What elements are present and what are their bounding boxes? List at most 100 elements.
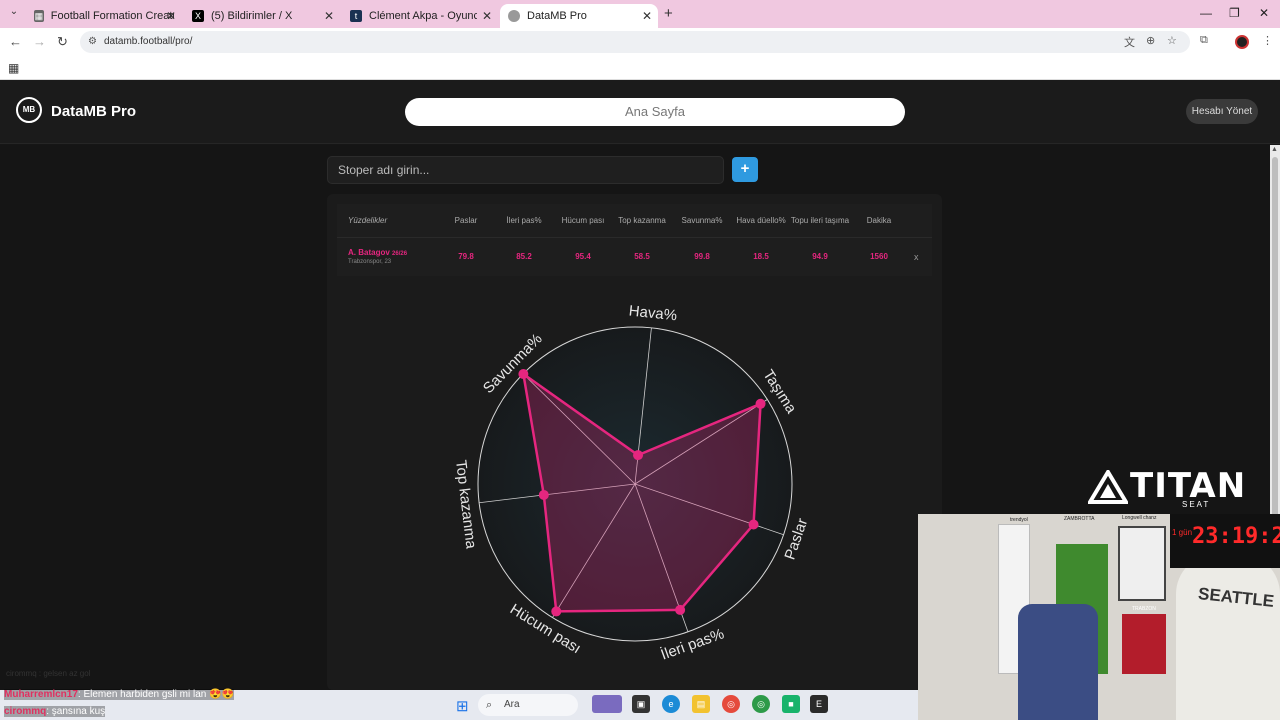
datamb-logo-icon[interactable]: MB bbox=[16, 97, 42, 123]
chat-faded-line: cirommq : gelsen az gol bbox=[6, 669, 91, 678]
extensions-icon[interactable]: ⧉ bbox=[1200, 34, 1208, 47]
windows-start-icon[interactable]: ⊞ bbox=[456, 697, 469, 715]
timer-day: 1 gün bbox=[1172, 528, 1193, 537]
radar-point bbox=[518, 369, 529, 380]
forward-icon[interactable]: → bbox=[33, 34, 46, 49]
home-button[interactable]: Ana Sayfa bbox=[405, 98, 905, 126]
player-badge: 26/26 bbox=[392, 251, 408, 257]
menu-icon[interactable]: ⋮ bbox=[1262, 34, 1273, 47]
webcam-label: ZAMBROTTA bbox=[1064, 516, 1095, 522]
app-title[interactable]: DataMB Pro bbox=[51, 103, 136, 120]
table-cell: 79.8 bbox=[458, 252, 474, 261]
chat-message: : şansına kuş bbox=[46, 706, 106, 717]
back-icon[interactable]: ← bbox=[9, 34, 22, 49]
chat-line: cirommq: şansına kuş bbox=[4, 703, 234, 720]
webcam-label: TRABZON bbox=[1132, 606, 1156, 612]
minimize-icon[interactable]: — bbox=[1200, 6, 1212, 20]
apps-grid-icon[interactable]: ▦ bbox=[8, 61, 19, 75]
radar-point bbox=[755, 398, 766, 409]
column-header: Paslar bbox=[454, 216, 478, 225]
percentiles-table: Yüzdelikler Paslar İleri pas% Hücum pası… bbox=[337, 204, 932, 276]
scroll-up-icon[interactable]: ▲ bbox=[1271, 146, 1278, 153]
x-icon: X bbox=[192, 10, 204, 22]
player-name[interactable]: A. Batagov 26/26 bbox=[348, 248, 407, 257]
epic-games-icon[interactable]: E bbox=[810, 695, 828, 713]
stream-chat: Muharremlcn17: Elemen harbiden gsli mi l… bbox=[4, 686, 235, 720]
tab-football-formation[interactable]: ▦ Football Formation Creator: Re ✕ bbox=[26, 4, 182, 28]
player-team: Trabzonspor, 23 bbox=[348, 259, 392, 265]
tab-search-icon[interactable]: ⌄ bbox=[6, 6, 22, 22]
edge-icon[interactable]: e bbox=[662, 695, 680, 713]
site-info-icon[interactable]: ⚙ bbox=[88, 31, 97, 53]
webcam-overlay: SEATTLE trendyol ZAMBROTTA Longwell chan… bbox=[918, 514, 1280, 720]
manage-account-button[interactable]: Hesabı Yönet bbox=[1186, 99, 1258, 124]
column-header: Top kazanma bbox=[618, 216, 666, 225]
search-icon: ⌕ bbox=[486, 699, 493, 711]
profile-avatar[interactable] bbox=[1235, 35, 1249, 49]
taskbar-search-label: Ara bbox=[504, 699, 520, 710]
tab-title: (5) Bildirimler / X bbox=[211, 10, 293, 22]
radar-point bbox=[551, 606, 562, 617]
player-search-input[interactable]: Stoper adı girin... bbox=[327, 156, 724, 184]
chrome-profile-icon[interactable]: ◎ bbox=[752, 695, 770, 713]
table-cell: 58.5 bbox=[634, 252, 650, 261]
column-header: Hava düello% bbox=[736, 216, 786, 225]
new-tab-icon[interactable]: + bbox=[664, 5, 673, 22]
radar-axis-label: Top kazanma bbox=[452, 459, 480, 550]
webcam-label: Longwell chanz bbox=[1122, 515, 1157, 521]
titan-sub: SEAT bbox=[1182, 500, 1211, 509]
stream-timer: 1 gün 23:19:2 bbox=[1170, 514, 1280, 568]
webcam-person bbox=[1176, 554, 1280, 720]
file-explorer-icon[interactable]: ▤ bbox=[692, 695, 710, 713]
tab-notifications-x[interactable]: X (5) Bildirimler / X ✕ bbox=[184, 4, 340, 28]
chat-user: cirommq bbox=[4, 706, 47, 717]
radar-chart: Hava%TaşımaPaslarİleri pas%Hücum pasıTop… bbox=[452, 302, 811, 663]
column-header: Yüzdelikler bbox=[348, 216, 388, 225]
tab-title: Clément Akpa - Oyuncu profili bbox=[369, 10, 477, 22]
close-icon[interactable]: ✕ bbox=[166, 9, 176, 23]
window-close-icon[interactable]: ✕ bbox=[1259, 6, 1269, 20]
taskbar-search[interactable]: ⌕ Ara bbox=[478, 694, 578, 716]
column-header: Savunma% bbox=[681, 216, 723, 225]
add-player-button[interactable]: + bbox=[732, 157, 758, 182]
tab-title: Football Formation Creator: Re bbox=[50, 10, 174, 22]
remove-player-button[interactable]: x bbox=[914, 252, 919, 262]
tab-title: DataMB Pro bbox=[527, 10, 587, 22]
tab-datamb-pro[interactable]: DataMB Pro ✕ bbox=[500, 4, 658, 28]
app-icon[interactable]: ■ bbox=[782, 695, 800, 713]
titan-triangle-icon bbox=[1088, 470, 1128, 504]
address-bar[interactable]: ⚙ datamb.football/pro/ bbox=[80, 31, 1190, 53]
tm-icon: t bbox=[350, 10, 362, 22]
table-cell: 18.5 bbox=[753, 252, 769, 261]
table-cell: 94.9 bbox=[812, 252, 828, 261]
close-icon[interactable]: ✕ bbox=[324, 9, 334, 23]
chat-user: Muharremlcn17 bbox=[4, 689, 78, 700]
task-view-icon[interactable]: ▣ bbox=[632, 695, 650, 713]
close-icon[interactable]: ✕ bbox=[482, 9, 492, 23]
table-row[interactable]: A. Batagov 26/26 Trabzonspor, 23 79.8 85… bbox=[337, 240, 932, 276]
table-header: Yüzdelikler Paslar İleri pas% Hücum pası… bbox=[337, 204, 932, 238]
datamb-icon bbox=[508, 10, 520, 22]
radar-point bbox=[633, 450, 644, 461]
grid-icon: ▦ bbox=[34, 10, 44, 22]
radar-point bbox=[748, 519, 759, 530]
restore-icon[interactable]: ❐ bbox=[1229, 6, 1240, 20]
chat-message: : Elemen harbiden gsli mi lan 😍😍 bbox=[77, 689, 235, 700]
scrollbar-thumb[interactable] bbox=[1272, 157, 1278, 517]
column-header: İleri pas% bbox=[506, 216, 542, 225]
close-icon[interactable]: ✕ bbox=[642, 9, 652, 23]
bookmarks-bar: ▦ bbox=[0, 56, 1280, 80]
url-text: datamb.football/pro/ bbox=[104, 36, 193, 47]
widgets-icon[interactable] bbox=[592, 695, 622, 713]
radar-axis-label: Hava% bbox=[628, 302, 678, 324]
tab-player-profile[interactable]: t Clément Akpa - Oyuncu profili ✕ bbox=[342, 4, 498, 28]
translate-icon[interactable]: 文 bbox=[1124, 34, 1135, 50]
chat-line: Muharremlcn17: Elemen harbiden gsli mi l… bbox=[4, 686, 235, 703]
bookmark-star-icon[interactable]: ☆ bbox=[1167, 34, 1177, 47]
zoom-icon[interactable]: ⊕ bbox=[1146, 34, 1155, 47]
column-header: Hücum pası bbox=[561, 216, 605, 225]
app-header: MB DataMB Pro Ana Sayfa Hesabı Yönet bbox=[0, 80, 1280, 144]
webcam-shirt-frame bbox=[1122, 614, 1166, 674]
reload-icon[interactable]: ↻ bbox=[57, 34, 68, 50]
chrome-icon[interactable]: ◎ bbox=[722, 695, 740, 713]
